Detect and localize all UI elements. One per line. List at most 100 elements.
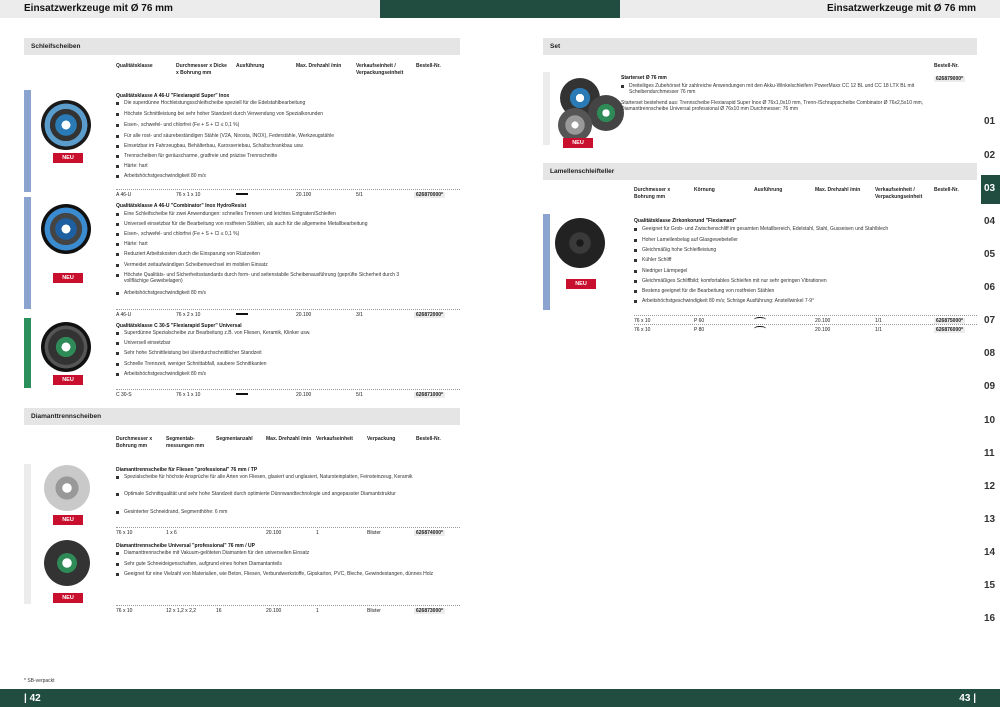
feature-bullet: Geeignet für eine Vielzahl von Materiali… xyxy=(116,571,442,577)
cell-rpm: 20.100 xyxy=(266,529,282,536)
chapter-tab-16[interactable]: 16 xyxy=(981,605,1000,634)
cell-dimensions: 76 x 10 xyxy=(116,607,133,614)
cell-rpm: 20.100 xyxy=(815,326,831,333)
feature-bullet: Spezialscheibe für höchste Ansprüche für… xyxy=(116,474,442,480)
col-header: Durchmesser x Bohrung mm xyxy=(116,436,153,449)
page-title-left: Einsatzwerkzeuge mit Ø 76 mm xyxy=(24,3,173,14)
section-heading-set: Set xyxy=(543,38,977,55)
col-header: Verpackung xyxy=(367,436,396,442)
feature-bullet: Dreiteiliges Zubehörset für zahlreiche A… xyxy=(621,83,949,95)
chapter-tab-12[interactable]: 12 xyxy=(981,473,1000,502)
feature-bullet: Hoher Lamellenbelag auf Glasgewebeteller xyxy=(634,237,972,243)
chapter-tab-14[interactable]: 14 xyxy=(981,539,1000,568)
table-row: 626879000* xyxy=(934,74,977,82)
angled-disc-icon xyxy=(754,326,766,331)
product-title: Qualitätsklasse A 46-U "Combinator" Inox… xyxy=(116,203,247,209)
starter-set-disc-image xyxy=(558,108,592,142)
cell-order-number: 626874000* xyxy=(414,529,445,536)
cell-grit: P 60 xyxy=(694,317,705,324)
diamond-universal-disc-image xyxy=(44,540,90,586)
table-row: 76 x 10 P 60 20.100 1/1 626875000* xyxy=(634,315,977,324)
new-badge: NEU xyxy=(566,279,596,289)
cutting-disc-image xyxy=(41,100,91,150)
col-header: Durchmesser x Dicke x Bohrung mm xyxy=(176,63,227,76)
cell-quality: C 30-S xyxy=(116,391,132,398)
category-stripe xyxy=(24,318,31,388)
cell-dimensions: 76 x 10 xyxy=(634,317,651,324)
chapter-tab-09[interactable]: 09 xyxy=(981,373,1000,402)
feature-bullet: Arbeitshöchstgeschwindigkeit 80 m/s; Sch… xyxy=(634,298,972,304)
col-header: Segmentab- messungen mm xyxy=(166,436,205,449)
cell-unit: 5/1 xyxy=(356,391,363,398)
straight-disc-icon xyxy=(236,193,248,195)
chapter-tab-06[interactable]: 06 xyxy=(981,274,1000,303)
product-title: Starterset Ø 76 mm xyxy=(621,75,667,81)
new-badge: NEU xyxy=(53,515,83,525)
cell-order-number: 626872000* xyxy=(414,311,445,318)
chapter-tab-08[interactable]: 08 xyxy=(981,340,1000,369)
col-header: Durchmesser x Bohrung mm xyxy=(634,187,671,200)
feature-bullet: Höchste Schnittleistung bei sehr hoher S… xyxy=(116,111,454,117)
feature-bullet: Gleichmäßiges Schliffbild; komfortables … xyxy=(634,278,972,284)
category-stripe xyxy=(24,90,31,192)
page-number-right: 43 | xyxy=(959,693,976,704)
col-header: Max. Drehzahl /min xyxy=(296,63,342,69)
chapter-tab-01[interactable]: 01 xyxy=(981,108,1000,137)
col-header: Segmentanzahl xyxy=(216,436,253,442)
cell-dimensions: 76 x 1 x 10 xyxy=(176,191,201,198)
col-header: Bestell-Nr. xyxy=(416,63,441,69)
chapter-tab-03[interactable]: 03 xyxy=(981,175,1000,204)
cell-order-number: 626871000* xyxy=(414,391,445,398)
feature-bullet: Gesinterter Schneidrand, Segmenthöhe: 6 … xyxy=(116,509,442,515)
cell-packaging: Blister xyxy=(367,529,381,536)
feature-bullet: Sehr hohe Schnittleistung bei überdurchs… xyxy=(116,350,454,356)
diamond-tile-disc-image xyxy=(44,465,90,511)
col-header: Verkaufseinheit / Verpackungseinheit xyxy=(875,187,923,200)
cell-quality: A 46-U xyxy=(116,191,132,198)
feature-bullet: Höchste Qualitäts- und Sicherheitsstanda… xyxy=(116,272,424,284)
straight-disc-icon xyxy=(236,393,248,395)
col-header: Bestell-Nr. xyxy=(416,436,441,442)
feature-bullet: Geeignet für Grob- und Zwischenschliff i… xyxy=(634,226,972,232)
cell-unit: 5/1 xyxy=(356,191,363,198)
starter-set-disc-image xyxy=(588,95,624,131)
feature-bullet: Gleichmäßig hohe Schleifleistung xyxy=(634,247,972,253)
col-header: Max. Drehzahl /min xyxy=(815,187,861,193)
feature-bullet: Arbeitshöchstgeschwindigkeit 80 m/s xyxy=(116,173,454,179)
chapter-tab-04[interactable]: 04 xyxy=(981,208,1000,237)
new-badge: NEU xyxy=(53,153,83,163)
cell-quality: A 46-U xyxy=(116,311,132,318)
product-description: Starterset bestehend aus: Trennscheibe F… xyxy=(621,100,924,112)
chapter-tab-07[interactable]: 07 xyxy=(981,307,1000,336)
chapter-tab-15[interactable]: 15 xyxy=(981,572,1000,601)
cell-segment-count: 16 xyxy=(216,607,222,614)
feature-bullet: Optimale Schnittqualität und sehr hohe S… xyxy=(116,491,442,497)
feature-bullet: Kühler Schliff xyxy=(634,257,972,263)
feature-bullet: Eisen-, schwefel- und chlorfrei (Fe + S … xyxy=(116,231,454,237)
cell-dimensions: 76 x 1 x 10 xyxy=(176,391,201,398)
header-bar-center xyxy=(380,0,620,18)
cell-rpm: 20.100 xyxy=(296,191,312,198)
straight-disc-icon xyxy=(236,313,248,315)
feature-bullet: Trennscheiben für geräuscharme, gratfrei… xyxy=(116,153,454,159)
feature-bullet: Härte: hart xyxy=(116,241,454,247)
cell-order-number: 626879000* xyxy=(934,75,965,82)
chapter-tab-13[interactable]: 13 xyxy=(981,506,1000,535)
feature-bullet: Härte: hart xyxy=(116,163,454,169)
chapter-tab-05[interactable]: 05 xyxy=(981,241,1000,270)
feature-bullet: Die superdünne Hochleistungsschleifschei… xyxy=(116,100,454,106)
chapter-tab-10[interactable]: 10 xyxy=(981,407,1000,436)
section-heading-diamanttrennscheiben: Diamanttrennscheiben xyxy=(24,408,460,425)
col-header: Bestell-Nr. xyxy=(934,63,959,69)
page-title-right: Einsatzwerkzeuge mit Ø 76 mm xyxy=(827,3,976,14)
product-title: Diamanttrennscheibe für Fliesen "profess… xyxy=(116,467,258,473)
product-title: Qualitätsklasse C 30-S "Flexiarapid Supe… xyxy=(116,323,242,329)
chapter-tab-02[interactable]: 02 xyxy=(981,142,1000,171)
cell-dimensions: 76 x 10 xyxy=(116,529,133,536)
feature-bullet: Einsetzbar im Fahrzeugbau, Behälterbau, … xyxy=(116,143,454,149)
category-stripe xyxy=(24,197,31,309)
chapter-tab-11[interactable]: 11 xyxy=(981,440,1000,469)
cell-order-number: 626870000* xyxy=(414,191,445,198)
category-stripe xyxy=(543,214,550,310)
feature-bullet: Arbeitshöchstgeschwindigkeit 80 m/s xyxy=(116,371,454,377)
